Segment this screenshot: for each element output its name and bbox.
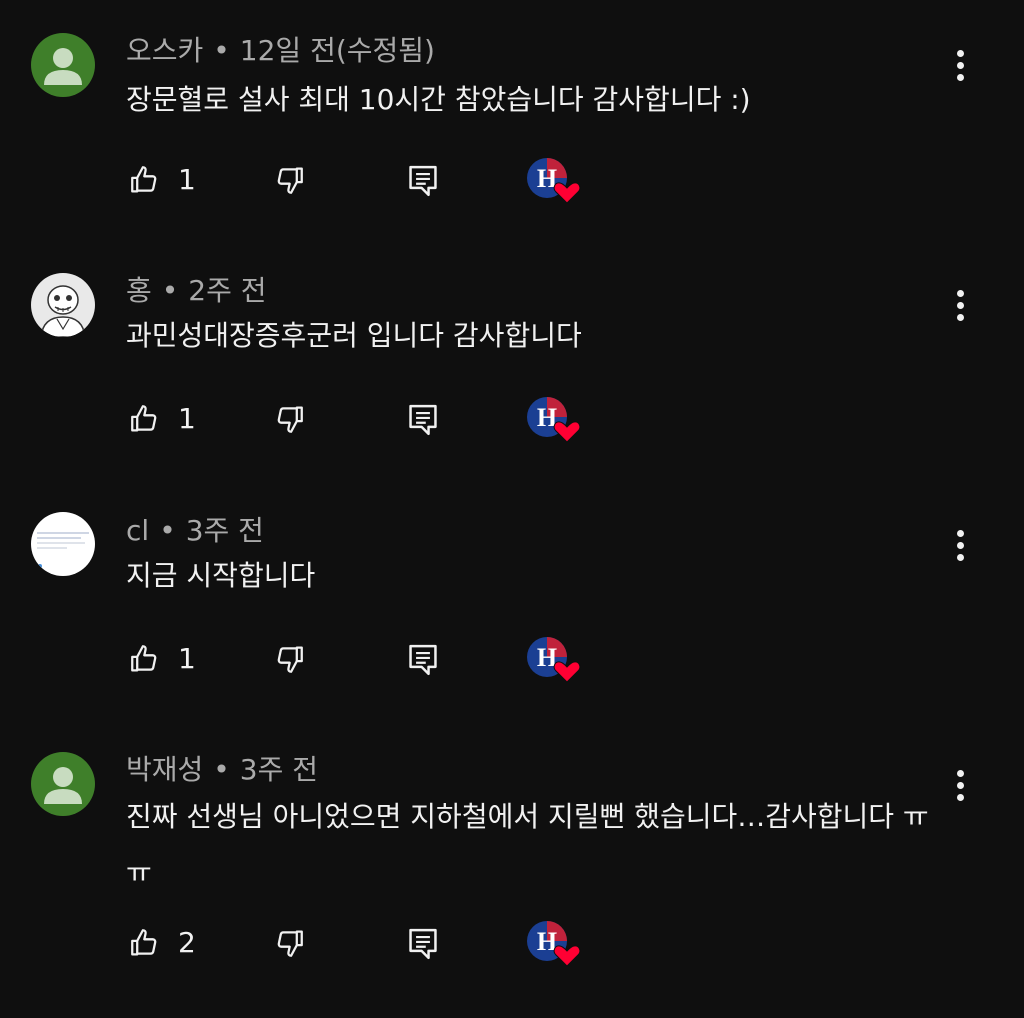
dislike-button[interactable] [272,918,312,968]
avatar[interactable] [31,752,95,816]
author-name[interactable]: 박재성 [126,753,203,786]
thumbs-down-icon [277,406,303,433]
comment-meta: 박재성 • 3주 전 [126,753,318,787]
comment-meta: cl • 3주 전 [126,514,264,548]
comment-text: 진짜 선생님 아니었으면 지하철에서 지릴뻔 했습니다…감사합니다 ㅠㅠ [126,800,929,889]
heart-icon [553,182,581,204]
comment-text: 과민성대장증후군러 입니다 감사합니다 [126,319,582,352]
thumbs-up-icon [131,166,157,193]
comment-actions: 1 H [0,155,1024,205]
reply-icon [409,165,437,197]
avatar[interactable] [31,512,95,576]
reply-icon [409,644,437,676]
reply-icon [409,928,437,960]
dislike-button[interactable] [272,394,312,444]
more-options-button[interactable] [946,524,976,568]
like-button[interactable] [128,155,168,205]
author-name[interactable]: 홍 [126,274,152,307]
like-button[interactable] [128,918,168,968]
comment-time[interactable]: 3주 전 [186,514,264,547]
comment-actions: 1 H [0,634,1024,684]
thumbs-up-icon [131,405,157,432]
heart-icon [553,421,581,443]
comment-text: 지금 시작합니다 [126,559,316,592]
creator-heart-badge: H [526,155,582,205]
reply-button[interactable] [406,155,446,205]
more-options-button[interactable] [946,764,976,808]
comment-actions: 2 H [0,918,1024,968]
like-count: 1 [178,642,196,675]
comment-time[interactable]: 2주 전 [188,274,266,307]
document-screenshot-avatar-icon [31,512,95,576]
thumbs-up-icon [131,929,157,956]
heart-icon [553,661,581,683]
thumbs-up-icon [131,645,157,672]
like-count: 1 [178,402,196,435]
separator-dot: • [159,514,176,547]
avatar[interactable] [31,273,95,337]
skeleton-character-avatar-icon [31,273,95,337]
comment-text: 장문혈로 설사 최대 10시간 참았습니다 감사합니다 :) [126,83,751,116]
creator-heart-badge: H [526,394,582,444]
heart-icon [553,945,581,967]
comment-time[interactable]: 12일 전(수정됨) [240,34,435,67]
separator-dot: • [161,274,179,307]
comment-actions: 1 H [0,394,1024,444]
reply-button[interactable] [406,634,446,684]
comment-time[interactable]: 3주 전 [240,753,318,786]
separator-dot: • [213,34,230,67]
comment-meta: 홍 • 2주 전 [126,274,267,308]
more-options-button[interactable] [946,284,976,328]
reply-icon [409,404,437,436]
dislike-button[interactable] [272,155,312,205]
avatar[interactable] [31,33,95,97]
reply-button[interactable] [406,918,446,968]
like-count: 2 [178,926,196,959]
more-options-button[interactable] [946,44,976,88]
comment-meta: 오스카 • 12일 전(수정됨) [126,34,435,68]
like-button[interactable] [128,394,168,444]
author-name[interactable]: cl [126,514,149,547]
creator-heart-badge: H [526,634,582,684]
separator-dot: • [213,753,230,786]
like-count: 1 [178,163,196,196]
thumbs-down-icon [277,167,303,194]
author-name[interactable]: 오스카 [126,34,203,67]
default-person-avatar-icon [31,33,95,97]
thumbs-down-icon [277,646,303,673]
thumbs-down-icon [277,930,303,957]
reply-button[interactable] [406,394,446,444]
dislike-button[interactable] [272,634,312,684]
creator-heart-badge: H [526,918,582,968]
like-button[interactable] [128,634,168,684]
default-person-avatar-icon [31,752,95,816]
